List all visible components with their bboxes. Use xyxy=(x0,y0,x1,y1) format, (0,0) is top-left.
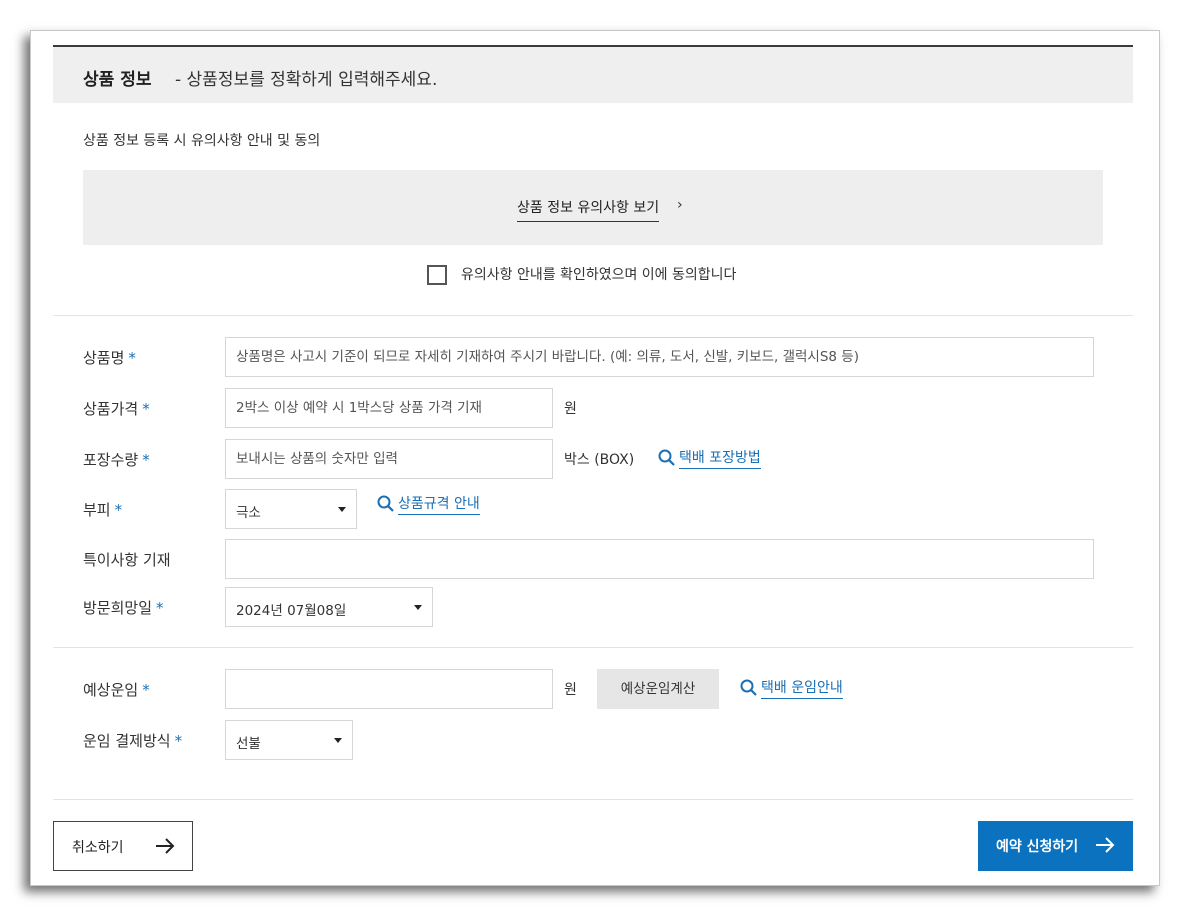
caret-down-icon xyxy=(338,507,346,512)
package-qty-input[interactable] xyxy=(225,439,553,479)
required-mark: * xyxy=(142,451,150,469)
special-notes-label: 특이사항 기재 xyxy=(83,551,171,569)
product-price-label: 상품가격 * xyxy=(83,400,150,418)
agree-checkbox[interactable] xyxy=(427,265,447,285)
size-guide-link[interactable]: 상품규격 안내 xyxy=(376,493,480,515)
divider xyxy=(53,315,1133,316)
search-icon xyxy=(740,679,757,696)
notice-label: 상품 정보 등록 시 유의사항 안내 및 동의 xyxy=(83,133,321,149)
arrow-right-icon xyxy=(156,838,175,854)
payment-method-label: 운임 결제방식 * xyxy=(83,732,183,750)
required-mark: * xyxy=(142,681,150,699)
notice-view-link[interactable]: 상품 정보 유의사항 보기 xyxy=(517,197,660,222)
calculate-fare-button[interactable]: 예상운임계산 xyxy=(597,669,719,709)
fare-unit: 원 xyxy=(564,682,577,698)
estimated-fare-input[interactable] xyxy=(225,669,553,709)
caret-down-icon xyxy=(334,738,342,743)
arrow-right-icon xyxy=(1096,837,1115,853)
submit-reservation-button[interactable]: 예약 신청하기 xyxy=(978,821,1133,871)
section-header: 상품 정보 - 상품정보를 정확하게 입력해주세요. xyxy=(53,45,1133,103)
required-mark: * xyxy=(174,732,183,750)
divider xyxy=(53,647,1133,648)
divider xyxy=(53,799,1133,800)
special-notes-input[interactable] xyxy=(225,539,1094,579)
estimated-fare-label: 예상운임 * xyxy=(83,681,150,699)
package-qty-label: 포장수량 * xyxy=(83,451,150,469)
volume-label: 부피 * xyxy=(83,501,123,519)
caret-down-icon xyxy=(414,605,422,610)
required-mark: * xyxy=(142,400,150,418)
box-unit: 박스 (BOX) xyxy=(564,452,635,468)
section-subtitle: - 상품정보를 정확하게 입력해주세요. xyxy=(175,70,438,90)
product-price-input[interactable] xyxy=(225,388,553,428)
chevron-right-icon[interactable]: › xyxy=(677,197,683,213)
section-title: 상품 정보 xyxy=(83,70,152,90)
product-name-input[interactable] xyxy=(225,337,1094,377)
packaging-guide-link[interactable]: 택배 포장방법 xyxy=(657,447,761,469)
required-mark: * xyxy=(114,501,123,519)
form-window: 상품 정보 - 상품정보를 정확하게 입력해주세요. 상품 정보 등록 시 유의… xyxy=(30,30,1160,886)
search-icon xyxy=(658,449,675,466)
search-icon xyxy=(377,495,394,512)
cancel-button[interactable]: 취소하기 xyxy=(53,821,193,871)
payment-method-select[interactable]: 선불 xyxy=(225,720,353,760)
agree-label[interactable]: 유의사항 안내를 확인하였으며 이에 동의합니다 xyxy=(461,264,736,284)
notice-box: 상품 정보 유의사항 보기 › xyxy=(83,170,1103,245)
form-content: 상품 정보 - 상품정보를 정확하게 입력해주세요. 상품 정보 등록 시 유의… xyxy=(31,31,1159,885)
fare-guide-link[interactable]: 택배 운임안내 xyxy=(739,677,843,699)
product-name-label: 상품명 * xyxy=(83,349,136,367)
price-unit: 원 xyxy=(564,401,577,417)
required-mark: * xyxy=(128,349,136,367)
visit-date-label: 방문희망일 * xyxy=(83,599,164,617)
visit-date-select[interactable]: 2024년 07월08일 xyxy=(225,587,433,627)
required-mark: * xyxy=(156,599,164,617)
volume-select[interactable]: 극소 xyxy=(225,489,357,529)
